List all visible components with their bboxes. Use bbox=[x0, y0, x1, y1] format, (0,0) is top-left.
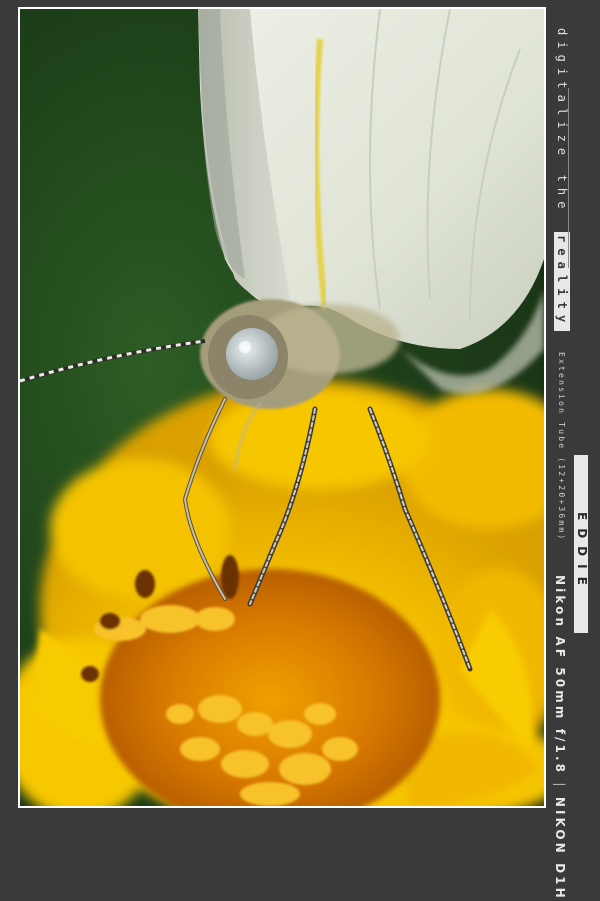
divider-line bbox=[568, 88, 569, 268]
butterfly-eye bbox=[226, 328, 278, 380]
extension-tube-note: Extension Tube (12+20+36mm) bbox=[557, 352, 566, 542]
separator: | bbox=[553, 782, 567, 790]
lens-info: Nikon AF 50mm f/1.8 bbox=[553, 575, 567, 776]
butterfly-on-flower-image bbox=[20, 9, 544, 806]
tagline-prefix: digitalize the bbox=[555, 28, 569, 228]
camera-info: Nikon AF 50mm f/1.8 | NIKON D1H bbox=[553, 575, 567, 901]
photographer-name: EDDIE bbox=[575, 512, 589, 593]
butterfly-photo bbox=[20, 9, 544, 806]
photo-frame bbox=[18, 7, 546, 808]
camera-model: NIKON D1H bbox=[553, 796, 567, 901]
tagline: digitalize the reality bbox=[554, 28, 570, 332]
caption-panel: digitalize the reality Extension Tube (1… bbox=[548, 0, 600, 901]
